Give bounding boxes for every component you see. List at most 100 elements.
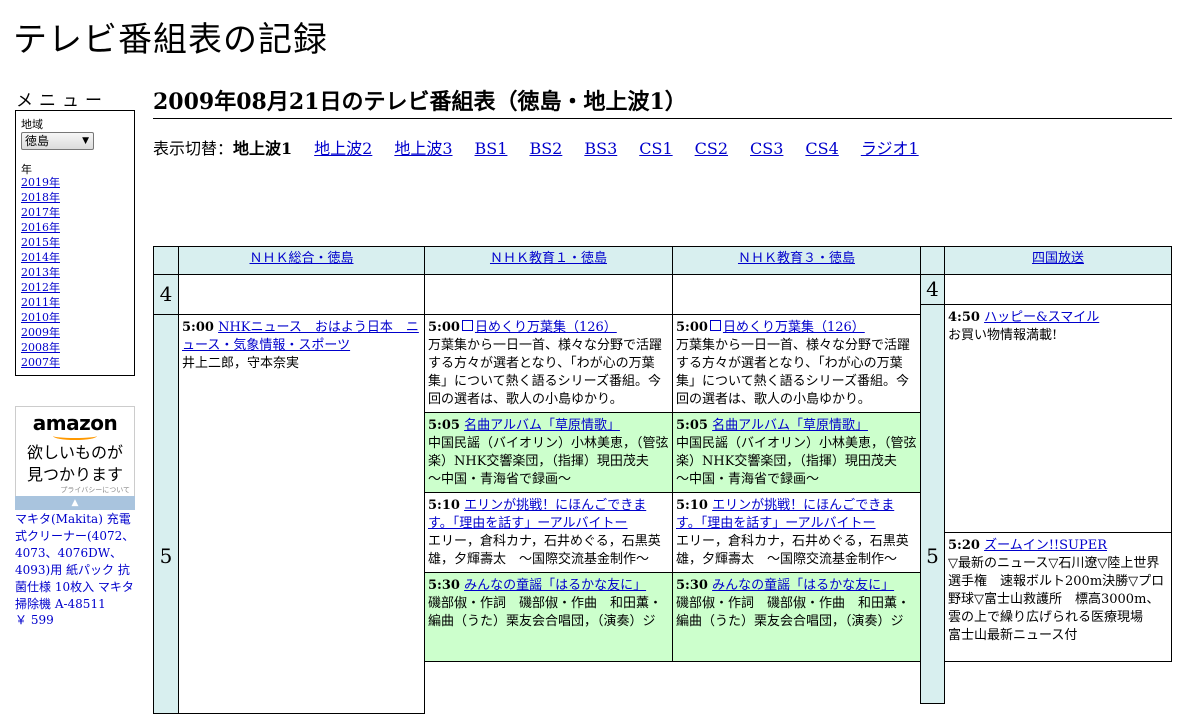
program-cell: 5:20 ズームイン!!SUPER ▽最新のニュース▽石川遼▽陸上世界選手権 速… bbox=[944, 532, 1172, 662]
program-description: 磯部俶・作詞 磯部俶・作曲 和田薫・編曲（うた）栗友会合唱団，（演奏）ジ bbox=[676, 596, 911, 629]
year-link[interactable]: 2013年 bbox=[21, 266, 60, 279]
program-description: エリー，倉科カナ，石井めぐる，石黒英雄，夕輝壽太 ～国際交流基金制作～ bbox=[428, 534, 661, 567]
program-time: 5:20 bbox=[948, 538, 980, 553]
region-select-value: 徳島 bbox=[25, 134, 50, 148]
year-link[interactable]: 2014年 bbox=[21, 251, 60, 264]
hour-label: 5 bbox=[920, 304, 945, 704]
program-cell: 5:05 名曲アルバム「草原情歌」 中国民謡（バイオリン）小林美恵，（管弦楽）N… bbox=[424, 412, 673, 493]
hour-column-header bbox=[153, 246, 179, 275]
empty-slot bbox=[178, 274, 425, 315]
program-grid: ＮＨＫ総合・徳島 ＮＨＫ教育１・徳島 ＮＨＫ教育３・徳島 四国放送 4 4 5 … bbox=[153, 246, 1172, 714]
year-link[interactable]: 2009年 bbox=[21, 326, 60, 339]
channel-link[interactable]: ＮＨＫ教育３・徳島 bbox=[738, 251, 855, 266]
program-time: 5:30 bbox=[428, 578, 460, 593]
menu-panel: 地域 徳島 ▼ 年 2019年 2018年 2017年 2016年 2015年 … bbox=[15, 110, 135, 376]
year-link[interactable]: 2010年 bbox=[21, 311, 60, 324]
hour-column-header bbox=[920, 246, 945, 275]
program-title-link[interactable]: 名曲アルバム「草原情歌」 bbox=[464, 418, 620, 433]
switch-current: 地上波1 bbox=[233, 139, 293, 158]
program-time: 5:05 bbox=[676, 418, 708, 433]
program-time: 5:00 bbox=[182, 320, 214, 335]
ad-copy-line-2: 見つかります bbox=[26, 465, 123, 484]
switch-label: 表示切替： bbox=[153, 139, 234, 158]
program-description: エリー，倉科カナ，石井めぐる，石黒英雄，夕輝壽太 ～国際交流基金制作～ bbox=[676, 534, 909, 567]
subtitle-icon bbox=[709, 320, 721, 331]
switch-link[interactable]: 地上波3 bbox=[394, 139, 452, 158]
switch-link[interactable]: ラジオ1 bbox=[861, 139, 919, 158]
program-description: 万葉集から一日一首、様々な分野で活躍する方々が選者となり、「わが心の万葉集」につ… bbox=[676, 338, 911, 407]
program-title-link[interactable]: みんなの童謡「はるかな友に」 bbox=[464, 578, 646, 593]
program-title-link[interactable]: 名曲アルバム「草原情歌」 bbox=[712, 418, 868, 433]
program-description: お買い物情報満載! bbox=[948, 328, 1058, 343]
program-title-link[interactable]: NHKニュース おはよう日本 ニュース・気象情報・スポーツ bbox=[182, 320, 419, 353]
switch-link[interactable]: BS2 bbox=[529, 139, 562, 158]
page-heading: 2009年08月21日のテレビ番組表（徳島・地上波1） bbox=[153, 84, 1172, 119]
year-link[interactable]: 2015年 bbox=[21, 236, 60, 249]
ad-collapse-bar[interactable]: ▲ bbox=[15, 496, 135, 510]
region-label: 地域 bbox=[21, 118, 43, 131]
program-cell: 5:30 みんなの童謡「はるかな友に」 磯部俶・作詞 磯部俶・作曲 和田薫・編曲… bbox=[672, 572, 921, 662]
program-title-link[interactable]: ハッピー&スマイル bbox=[984, 310, 1099, 325]
program-description: 中国民謡（バイオリン）小林美恵，（管弦楽）NHK交響楽団，（指揮）現田茂夫 ～中… bbox=[676, 436, 917, 487]
amazon-ad-banner[interactable]: amazon 欲しいものが 見つかります プライバシーについて bbox=[15, 406, 135, 497]
switch-link[interactable]: CS1 bbox=[639, 139, 672, 158]
region-select[interactable]: 徳島 ▼ bbox=[21, 132, 94, 150]
hour-label: 4 bbox=[153, 274, 179, 315]
program-cell: 5:00 日めくり万葉集（126） 万葉集から一日一首、様々な分野で活躍する方々が… bbox=[672, 314, 921, 413]
year-link[interactable]: 2012年 bbox=[21, 281, 60, 294]
switch-link[interactable]: BS3 bbox=[584, 139, 617, 158]
channel-header: ＮＨＫ教育３・徳島 bbox=[672, 246, 921, 275]
program-title-link[interactable]: ズームイン!!SUPER bbox=[984, 538, 1107, 553]
program-time: 5:10 bbox=[676, 498, 708, 513]
program-title-link[interactable]: エリンが挑戦！にほんごできます。「理由を話す」ーアルバイトー bbox=[428, 498, 646, 531]
empty-slot bbox=[672, 274, 921, 315]
hour-label: 4 bbox=[920, 274, 945, 305]
program-title-link[interactable]: みんなの童謡「はるかな友に」 bbox=[712, 578, 894, 593]
menu-heading: メニュー bbox=[16, 91, 108, 111]
subtitle-icon bbox=[461, 320, 473, 331]
program-title-link[interactable]: 日めくり万葉集（126） bbox=[723, 320, 865, 335]
empty-slot bbox=[424, 274, 673, 315]
year-link[interactable]: 2018年 bbox=[21, 191, 60, 204]
year-link[interactable]: 2016年 bbox=[21, 221, 60, 234]
program-cell: 5:00 日めくり万葉集（126） 万葉集から一日一首、様々な分野で活躍する方々が… bbox=[424, 314, 673, 413]
switch-link[interactable]: CS2 bbox=[695, 139, 728, 158]
program-cell: 5:30 みんなの童謡「はるかな友に」 磯部俶・作詞 磯部俶・作曲 和田薫・編曲… bbox=[424, 572, 673, 662]
switch-link[interactable]: CS4 bbox=[805, 139, 838, 158]
channel-link[interactable]: 四国放送 bbox=[1032, 251, 1084, 266]
ad-price[interactable]: ￥ 599 bbox=[15, 611, 54, 628]
switch-link[interactable]: CS3 bbox=[750, 139, 783, 158]
program-time: 5:05 bbox=[428, 418, 460, 433]
switch-link[interactable]: 地上波2 bbox=[314, 139, 372, 158]
program-description: 磯部俶・作詞 磯部俶・作曲 和田薫・編曲（うた）栗友会合唱団，（演奏）ジ bbox=[428, 596, 663, 629]
channel-header: ＮＨＫ教育１・徳島 bbox=[424, 246, 673, 275]
year-list: 2019年 2018年 2017年 2016年 2015年 2014年 2013… bbox=[21, 175, 60, 370]
ad-privacy-link[interactable]: プライバシーについて bbox=[60, 485, 130, 495]
chevron-up-icon: ▲ bbox=[71, 498, 79, 508]
ad-copy-line-1: 欲しいものが bbox=[26, 443, 123, 462]
ad-product-link[interactable]: マキタ(Makita) 充電式クリーナー(4072、4073、4076DW、40… bbox=[15, 511, 139, 613]
channel-header: ＮＨＫ総合・徳島 bbox=[178, 246, 425, 275]
year-link[interactable]: 2008年 bbox=[21, 341, 60, 354]
program-title-link[interactable]: エリンが挑戦！にほんごできます。「理由を話す」ーアルバイトー bbox=[676, 498, 894, 531]
program-description: 万葉集から一日一首、様々な分野で活躍する方々が選者となり、「わが心の万葉集」につ… bbox=[428, 338, 663, 407]
amazon-logo: amazon bbox=[32, 411, 118, 435]
view-switcher: 表示切替：地上波1 地上波2 地上波3 BS1 BS2 BS3 CS1 CS2 CS3 CS4 ラジ… bbox=[153, 135, 941, 159]
chevron-down-icon: ▼ bbox=[82, 136, 89, 146]
program-cell: 5:05 名曲アルバム「草原情歌」 中国民謡（バイオリン）小林美恵，（管弦楽）N… bbox=[672, 412, 921, 493]
year-link[interactable]: 2019年 bbox=[21, 176, 60, 189]
year-link[interactable]: 2017年 bbox=[21, 206, 60, 219]
switch-link[interactable]: BS1 bbox=[475, 139, 508, 158]
year-link[interactable]: 2011年 bbox=[21, 296, 60, 309]
program-cell: 5:00 NHKニュース おはよう日本 ニュース・気象情報・スポーツ 井上二郎，… bbox=[178, 314, 425, 714]
program-time: 5:10 bbox=[428, 498, 460, 513]
channel-link[interactable]: ＮＨＫ教育１・徳島 bbox=[490, 251, 607, 266]
channel-header: 四国放送 bbox=[944, 246, 1172, 275]
program-cell: 5:10 エリンが挑戦！にほんごできます。「理由を話す」ーアルバイトー エリー，… bbox=[424, 492, 673, 573]
program-title-link[interactable]: 日めくり万葉集（126） bbox=[475, 320, 617, 335]
site-title: テレビ番組表の記録 bbox=[13, 20, 328, 60]
year-link[interactable]: 2007年 bbox=[21, 356, 60, 369]
channel-link[interactable]: ＮＨＫ総合・徳島 bbox=[249, 251, 353, 266]
program-description: 中国民謡（バイオリン）小林美恵，（管弦楽）NHK交響楽団，（指揮）現田茂夫 ～中… bbox=[428, 436, 669, 487]
program-cell: 4:50 ハッピー&スマイル お買い物情報満載! bbox=[944, 304, 1172, 533]
